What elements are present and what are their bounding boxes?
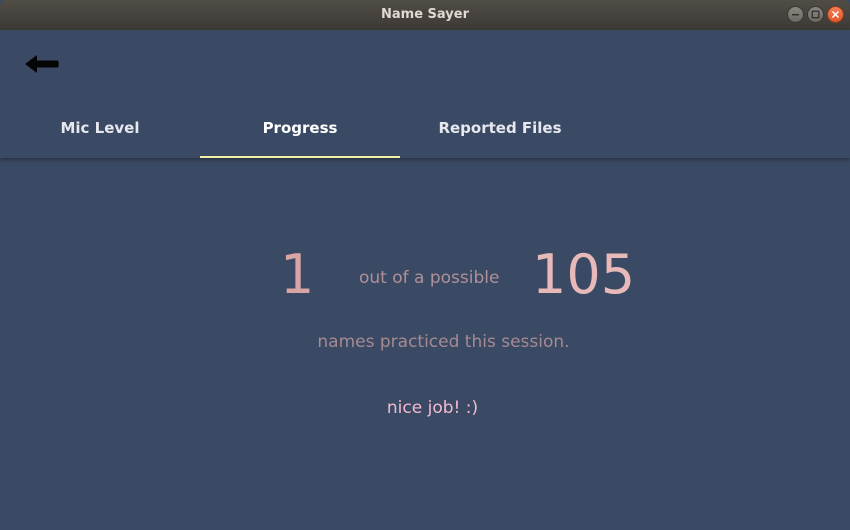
total-count: 105 bbox=[532, 243, 636, 306]
progress-panel: 1 out of a possible 105 names practiced … bbox=[0, 158, 850, 530]
practiced-count: 1 bbox=[280, 243, 315, 306]
tab-label: Mic Level bbox=[60, 119, 140, 137]
tab-label: Reported Files bbox=[438, 119, 562, 137]
window-controls bbox=[787, 6, 844, 24]
encouragement-text: nice job! :) bbox=[386, 398, 479, 418]
window-title: Name Sayer bbox=[381, 7, 469, 22]
app-window: Name Sayer Mic Level Progress Reported F… bbox=[0, 0, 850, 530]
tab-reported-files[interactable]: Reported Files bbox=[400, 98, 600, 158]
tab-label: Progress bbox=[262, 119, 338, 137]
session-summary-text: names practiced this session. bbox=[317, 332, 570, 352]
count-connector-text: out of a possible bbox=[359, 268, 500, 288]
app-header: Mic Level Progress Reported Files bbox=[0, 30, 850, 158]
back-arrow-icon bbox=[25, 55, 59, 73]
maximize-icon[interactable] bbox=[807, 6, 824, 23]
back-button[interactable] bbox=[22, 50, 62, 78]
title-bar[interactable]: Name Sayer bbox=[0, 0, 850, 30]
tab-bar: Mic Level Progress Reported Files bbox=[0, 98, 600, 158]
count-row: 1 out of a possible 105 bbox=[0, 240, 850, 310]
tab-mic-level[interactable]: Mic Level bbox=[0, 98, 200, 158]
tab-progress[interactable]: Progress bbox=[200, 98, 400, 158]
close-icon[interactable] bbox=[827, 6, 844, 23]
minimize-icon[interactable] bbox=[787, 6, 804, 23]
